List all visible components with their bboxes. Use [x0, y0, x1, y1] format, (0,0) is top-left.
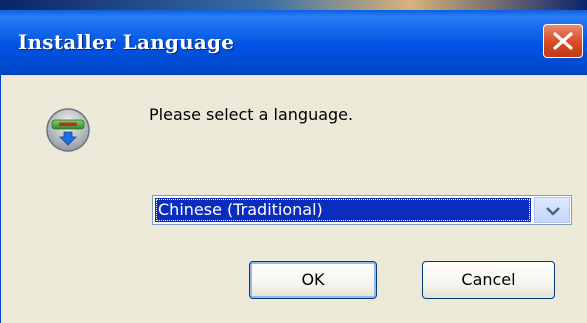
installer-language-dialog: Installer Language Please select a langu… [0, 0, 587, 323]
close-icon [553, 32, 573, 50]
desktop-background [0, 0, 587, 10]
dialog-body: Please select a language. Chinese (Tradi… [0, 75, 587, 323]
title-bar[interactable]: Installer Language [0, 10, 587, 75]
language-select-value: Chinese (Traditional) [155, 198, 531, 222]
cancel-button[interactable]: Cancel [422, 261, 555, 299]
language-select[interactable]: Chinese (Traditional) [152, 195, 572, 225]
language-dropdown-button[interactable] [534, 197, 570, 223]
dialog-title: Installer Language [18, 30, 235, 54]
chevron-down-icon [546, 207, 560, 216]
installer-icon [46, 108, 90, 152]
prompt-text: Please select a language. [149, 105, 354, 124]
ok-button[interactable]: OK [249, 261, 377, 299]
close-button[interactable] [543, 24, 583, 58]
